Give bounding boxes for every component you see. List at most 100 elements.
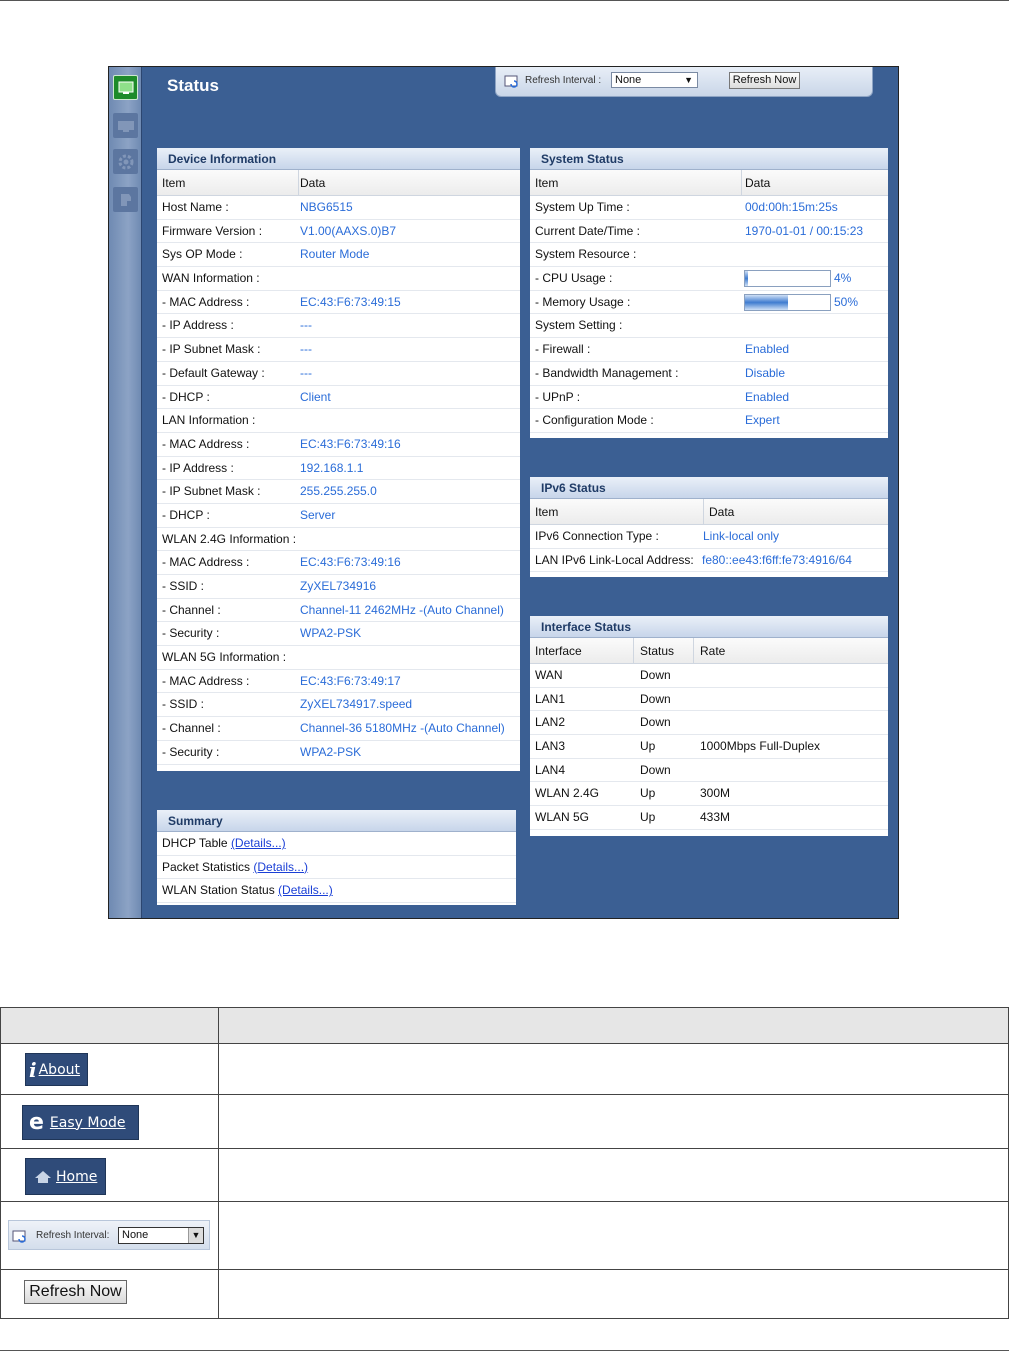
row-data: --- (300, 342, 312, 357)
row-item: - SSID : (162, 579, 205, 593)
reference-table-header (1, 1008, 1008, 1044)
usage-percent: 50% (834, 294, 859, 309)
column-header-data: Data (709, 505, 735, 519)
interface-rate: 300M (700, 786, 731, 801)
row-data: EC:43:F6:73:49:16 (300, 436, 401, 451)
column-divider (741, 170, 742, 196)
chevron-down-icon: ▼ (188, 1228, 203, 1243)
table-row: - SSID : ZyXEL734916 (157, 575, 520, 599)
table-row: - MAC Address : EC:43:F6:73:49:17 (157, 670, 520, 694)
row-data: Server (300, 507, 336, 522)
home-icon (35, 1170, 51, 1183)
refresh-toolbar: Refresh Interval : None ▼ Refresh Now (495, 67, 873, 97)
device-information-panel: Device Information Item Data Host Name :… (157, 148, 520, 771)
table-row: - Bandwidth Management : Disable (530, 362, 888, 386)
row-data: 00d:00h:15m:25s (745, 200, 838, 214)
refresh-interval-select[interactable]: None ▼ (118, 1227, 204, 1244)
table-row: LAN4 Down (530, 759, 888, 783)
row-item: System Setting : (535, 318, 623, 333)
table-row: - Default Gateway : --- (157, 362, 520, 386)
details-link[interactable]: (Details...) (231, 836, 286, 850)
details-link[interactable]: (Details...) (278, 883, 333, 897)
row-item: - Configuration Mode : (535, 413, 654, 428)
interface-name: WAN (535, 668, 563, 682)
reference-row-refresh-interval: Refresh Interval: None ▼ (1, 1202, 1008, 1270)
column-header-item: Item (535, 505, 559, 519)
interface-status: Up (640, 810, 656, 825)
table-row: WLAN 2.4G Information : (157, 528, 520, 552)
row-data: WPA2-PSK (300, 626, 362, 641)
refresh-interval-value: None (122, 1229, 149, 1241)
refresh-now-button[interactable]: Refresh Now (729, 72, 800, 89)
table-row: - SSID : ZyXEL734917.speed (157, 693, 520, 718)
table-header: Item Data (530, 499, 888, 525)
row-item: - MAC Address : (162, 294, 250, 309)
table-row: LAN3 Up 1000Mbps Full-Duplex (530, 735, 888, 759)
row-item: - IP Subnet Mask : (162, 342, 261, 357)
row-item: - Channel : (162, 721, 221, 736)
table-row: - CPU Usage : 4% (530, 267, 888, 291)
row-item: WLAN 5G Information : (162, 650, 287, 665)
configuration-nav-button[interactable] (113, 149, 138, 174)
table-row: - IP Address : --- (157, 314, 520, 339)
refresh-now-button[interactable]: Refresh Now (24, 1280, 127, 1304)
row-item: LAN IPv6 Link-Local Address: (535, 552, 694, 567)
column-divider (298, 170, 299, 196)
status-nav-button[interactable] (113, 75, 138, 100)
table-row: - IP Subnet Mask : --- (157, 338, 520, 362)
row-data: EC:43:F6:73:49:16 (300, 555, 401, 570)
reference-row-easy-mode: e Easy Mode (1, 1095, 1008, 1149)
table-row: WLAN 5G Up 433M (530, 806, 888, 830)
row-item: System Resource : (535, 247, 637, 262)
table-row: IPv6 Connection Type : Link-local only (530, 525, 888, 549)
summary-label: DHCP Table (162, 836, 228, 850)
panel-title: Device Information (157, 148, 520, 170)
interface-status-panel: Interface Status Interface Status Rate W… (530, 616, 888, 836)
gear-icon (118, 154, 133, 169)
easy-mode-button[interactable]: e Easy Mode (22, 1105, 139, 1140)
row-item: - MAC Address : (162, 436, 250, 451)
interface-status: Down (640, 762, 671, 777)
reference-row-home: Home (1, 1149, 1008, 1202)
row-data: Router Mode (300, 247, 370, 262)
about-label: About (38, 1061, 81, 1078)
row-data: ZyXEL734917.speed (300, 697, 413, 712)
home-button[interactable]: Home (25, 1158, 106, 1195)
maintenance-nav-button[interactable] (113, 187, 138, 212)
table-row: - Channel : Channel-11 2462MHz -(Auto Cha… (157, 599, 520, 623)
column-divider (633, 638, 634, 664)
usage-bar-fill (745, 294, 788, 310)
table-header: Item Data (157, 170, 520, 196)
row-item: - IP Address : (162, 460, 234, 475)
table-row: WAN Down (530, 664, 888, 688)
table-row: - Configuration Mode : Expert (530, 409, 888, 433)
easy-mode-label: Easy Mode (49, 1114, 126, 1131)
row-item: Current Date/Time : (535, 223, 640, 238)
refresh-interval-select[interactable]: None ▼ (611, 72, 698, 88)
row-data: Link-local only (703, 529, 780, 543)
row-item: - DHCP : (162, 389, 210, 404)
table-row: - MAC Address : EC:43:F6:73:49:15 (157, 291, 520, 315)
table-row: - Firewall : Enabled (530, 338, 888, 362)
row-item: - Security : (162, 626, 220, 641)
monitor-nav-button[interactable] (113, 113, 138, 138)
row-data: 255.255.255.0 (300, 484, 377, 499)
monitor-icon (117, 120, 134, 132)
about-button[interactable]: i About (25, 1053, 88, 1086)
row-item: WLAN 2.4G Information : (162, 531, 297, 546)
table-row: LAN Information : (157, 409, 520, 433)
row-item: - Security : (162, 744, 220, 759)
row-item: - IP Subnet Mask : (162, 484, 261, 499)
interface-name: WLAN 2.4G (535, 786, 600, 801)
row-data: Enabled (745, 342, 790, 357)
details-link[interactable]: (Details...) (253, 860, 308, 874)
easy-mode-icon: e (29, 1110, 44, 1135)
table-row: WLAN 5G Information : (157, 646, 520, 670)
interface-status: Down (640, 691, 671, 706)
row-data: --- (300, 365, 312, 380)
table-row: Current Date/Time : 1970-01-01 / 00:15:23 (530, 220, 888, 244)
row-item: - Memory Usage : (535, 294, 631, 309)
column-header-item: Item (162, 176, 186, 190)
row-item: - IP Address : (162, 318, 234, 333)
interface-name: LAN2 (535, 715, 566, 730)
